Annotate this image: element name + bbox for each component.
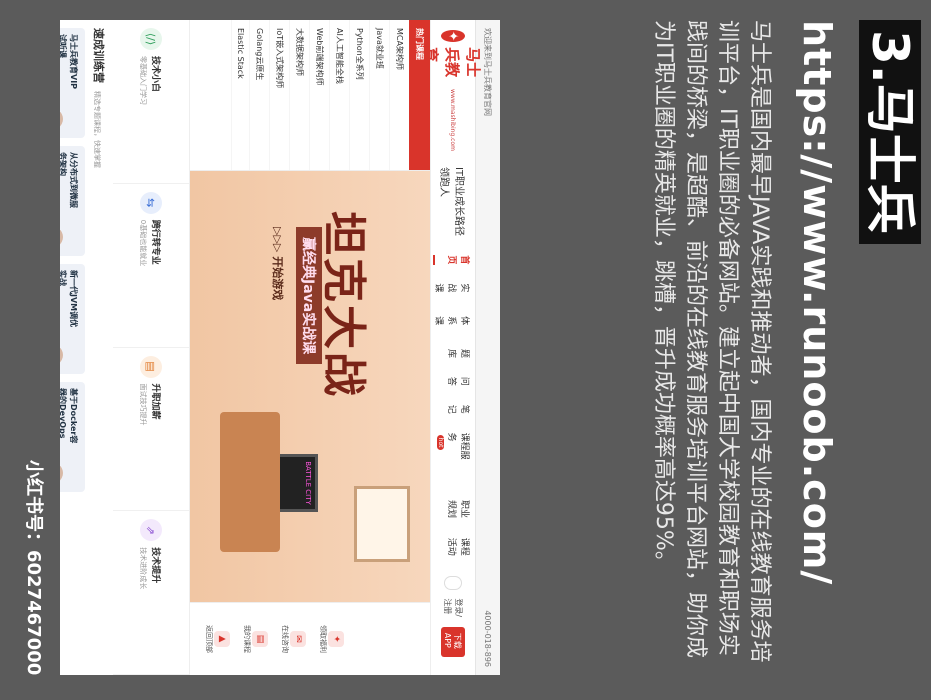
card-title: 技术提升: [150, 547, 161, 584]
document-icon: ▤: [140, 355, 162, 378]
course-list: 马士兵教育VIP试听课 从分布式到微服务架构 新一代JVM调优实战 基于Dock…: [60, 28, 85, 667]
gift-icon: ✦: [328, 631, 344, 647]
course-menu-item[interactable]: Python全系列: [349, 20, 369, 170]
card-sub: 技术进阶成长: [139, 547, 148, 590]
main-row: 热门课程 MCA架构师 Java就业班 Python全系列 AI人工智能全栈 W…: [190, 20, 430, 675]
logo-icon: ✦: [441, 30, 465, 43]
watermark: 小红书号：6027467000: [23, 460, 44, 676]
login-link[interactable]: 登录/注册: [442, 598, 464, 618]
right-panel-label: 返回顶部: [205, 625, 213, 653]
course-card[interactable]: 新一代JVM调优实战: [60, 264, 85, 374]
course-title: 基于Docker容器的DevOps: [60, 388, 78, 444]
chart-up-icon: ⇗: [140, 519, 162, 542]
banner-window: [354, 486, 410, 562]
course-menu-item[interactable]: Java就业班: [369, 20, 389, 170]
section-subtitle: 精选专题课程，快速掌握: [93, 91, 101, 168]
course-section: 速成训练营精选专题课程，快速掌握 马士兵教育VIP试听课 从分布式到微服务架构 …: [60, 20, 113, 675]
course-menu-header: 热门课程: [409, 20, 430, 170]
course-menu-item[interactable]: MCA架构师: [389, 20, 409, 170]
banner-title: 坦克大战: [318, 211, 369, 399]
nav-menu: 首页 实战课 体系课 题库 问答 笔记 课程服务hot 职业规划 课程活动: [433, 255, 473, 575]
course-card[interactable]: 从分布式到微服务架构: [60, 146, 85, 256]
avatar: [60, 224, 63, 250]
navbar: ✦ 马士兵教育 www.mashibing.com IT职业成长路径领跑人 首页…: [423, 20, 483, 675]
nav-item[interactable]: 课程活动: [434, 538, 473, 558]
right-panel-label: 在线咨询: [281, 625, 289, 653]
nav-item[interactable]: 实战课: [434, 283, 473, 298]
course-card[interactable]: 马士兵教育VIP试听课: [60, 28, 85, 138]
right-panel-label: 领取福利: [319, 625, 327, 653]
monitor: BATTLE CITY: [276, 454, 318, 512]
section-title-text: 速成训练营: [92, 28, 105, 83]
logo-text: 马士兵教育: [422, 47, 483, 78]
course-menu-item[interactable]: Web前端架构师: [309, 20, 329, 170]
slogan: IT职业成长路径领跑人: [438, 166, 464, 237]
description: 马士兵是国内最早JAVA实践和推动者，国内专业的在线教育服务培训平台，IT职业圈…: [651, 20, 772, 663]
card-sub: 面试技巧提升: [139, 383, 148, 426]
start-game-button[interactable]: ▷▷▷ 开始游戏: [270, 227, 286, 300]
avatar: [60, 342, 63, 368]
right-panel-item[interactable]: ▤ 我的课程: [242, 625, 268, 653]
course-title: 新一代JVM调优实战: [60, 270, 78, 328]
course-title: 从分布式到微服务架构: [60, 152, 78, 208]
course-menu-item[interactable]: IoT嵌入式架构师: [269, 20, 289, 170]
nav-item-home[interactable]: 首页: [433, 255, 473, 266]
nav-item[interactable]: 题库: [434, 349, 473, 359]
feature-cards: ⟨/⟩ 技术小白 零基础入门学习 ⇆ 跨行转专业 0基础也能就业 ▤ 升职加薪 面试技…: [113, 20, 190, 675]
chat-icon: ✉: [290, 631, 306, 647]
site-url: https://www.runoob.com/: [795, 20, 839, 586]
course-card[interactable]: 基于Docker容器的DevOps: [60, 382, 85, 492]
card-sub: 0基础也能就业: [139, 219, 148, 267]
avatar: [60, 460, 63, 486]
right-panel-item[interactable]: ✉ 在线咨询: [280, 625, 306, 653]
nav-item[interactable]: 笔记: [434, 405, 473, 415]
feature-card[interactable]: ⇗ 技术提升 技术进阶成长: [113, 511, 189, 675]
arrow-up-icon: ▲: [214, 631, 230, 647]
switch-icon: ⇆: [140, 191, 162, 214]
nav-item[interactable]: 问答: [434, 377, 473, 387]
top-phone: 4000-018-896: [483, 610, 493, 667]
course-menu-item[interactable]: Golang云原生: [249, 20, 269, 170]
course-title: 马士兵教育VIP试听课: [60, 34, 78, 90]
feature-card[interactable]: ▤ 升职加薪 面试技巧提升: [113, 347, 189, 512]
search-icon[interactable]: [444, 575, 462, 591]
desk: [220, 412, 280, 552]
download-app-button[interactable]: 下载APP: [441, 626, 465, 657]
hero-banner[interactable]: 坦克大战 赢经典Java实战课 ▷▷▷ 开始游戏 BATTLE CITY: [190, 171, 430, 602]
hot-badge: hot: [437, 434, 445, 451]
nav-item-label: 课程服务: [446, 432, 470, 460]
text-panel: 3.马士兵 https://www.runoob.com/ 马士兵是国内最早JA…: [511, 20, 931, 680]
card-title: 升职加薪: [150, 383, 161, 420]
course-menu: 热门课程 MCA架构师 Java就业班 Python全系列 AI人工智能全栈 W…: [190, 20, 430, 171]
card-title: 技术小白: [150, 56, 161, 93]
course-menu-item[interactable]: Elastic Stack: [231, 20, 249, 170]
course-menu-item[interactable]: AI人工智能全栈: [329, 20, 349, 170]
right-panel: ✦ 领取福利 ✉ 在线咨询 ▤ 我的课程 ▲ 返回顶部: [190, 602, 430, 675]
right-panel-item[interactable]: ✦ 领取福利: [318, 625, 344, 653]
book-icon: ▤: [252, 631, 268, 647]
nav-item[interactable]: 职业规划: [434, 500, 473, 520]
feature-card[interactable]: ⇆ 跨行转专业 0基础也能就业: [113, 183, 189, 348]
nav-right: 登录/注册 下载APP: [441, 575, 465, 666]
right-panel-label: 我的课程: [243, 625, 251, 653]
avatar: [60, 106, 63, 132]
feature-card[interactable]: ⟨/⟩ 技术小白 零基础入门学习: [113, 20, 189, 184]
banner-subtitle: 赢经典Java实战课: [296, 227, 322, 365]
course-menu-item[interactable]: 大数据架构师: [289, 20, 309, 170]
logo-sub: www.mashibing.com: [449, 88, 457, 151]
card-title: 跨行转专业: [150, 219, 161, 265]
card-sub: 零基础入门学习: [139, 56, 148, 105]
website-screenshot: 欢迎来到马士兵教育官网 4000-018-896 ✦ 马士兵教育 www.mas…: [60, 20, 500, 675]
logo[interactable]: ✦ 马士兵教育 www.mashibing.com: [422, 30, 485, 151]
nav-item[interactable]: 体系课: [434, 316, 473, 331]
nav-item[interactable]: 课程服务hot: [434, 433, 473, 482]
heading: 3.马士兵: [859, 20, 921, 244]
right-panel-item[interactable]: ▲ 返回顶部: [204, 625, 230, 653]
section-title: 速成训练营精选专题课程，快速掌握: [91, 28, 107, 667]
code-icon: ⟨/⟩: [140, 28, 162, 50]
